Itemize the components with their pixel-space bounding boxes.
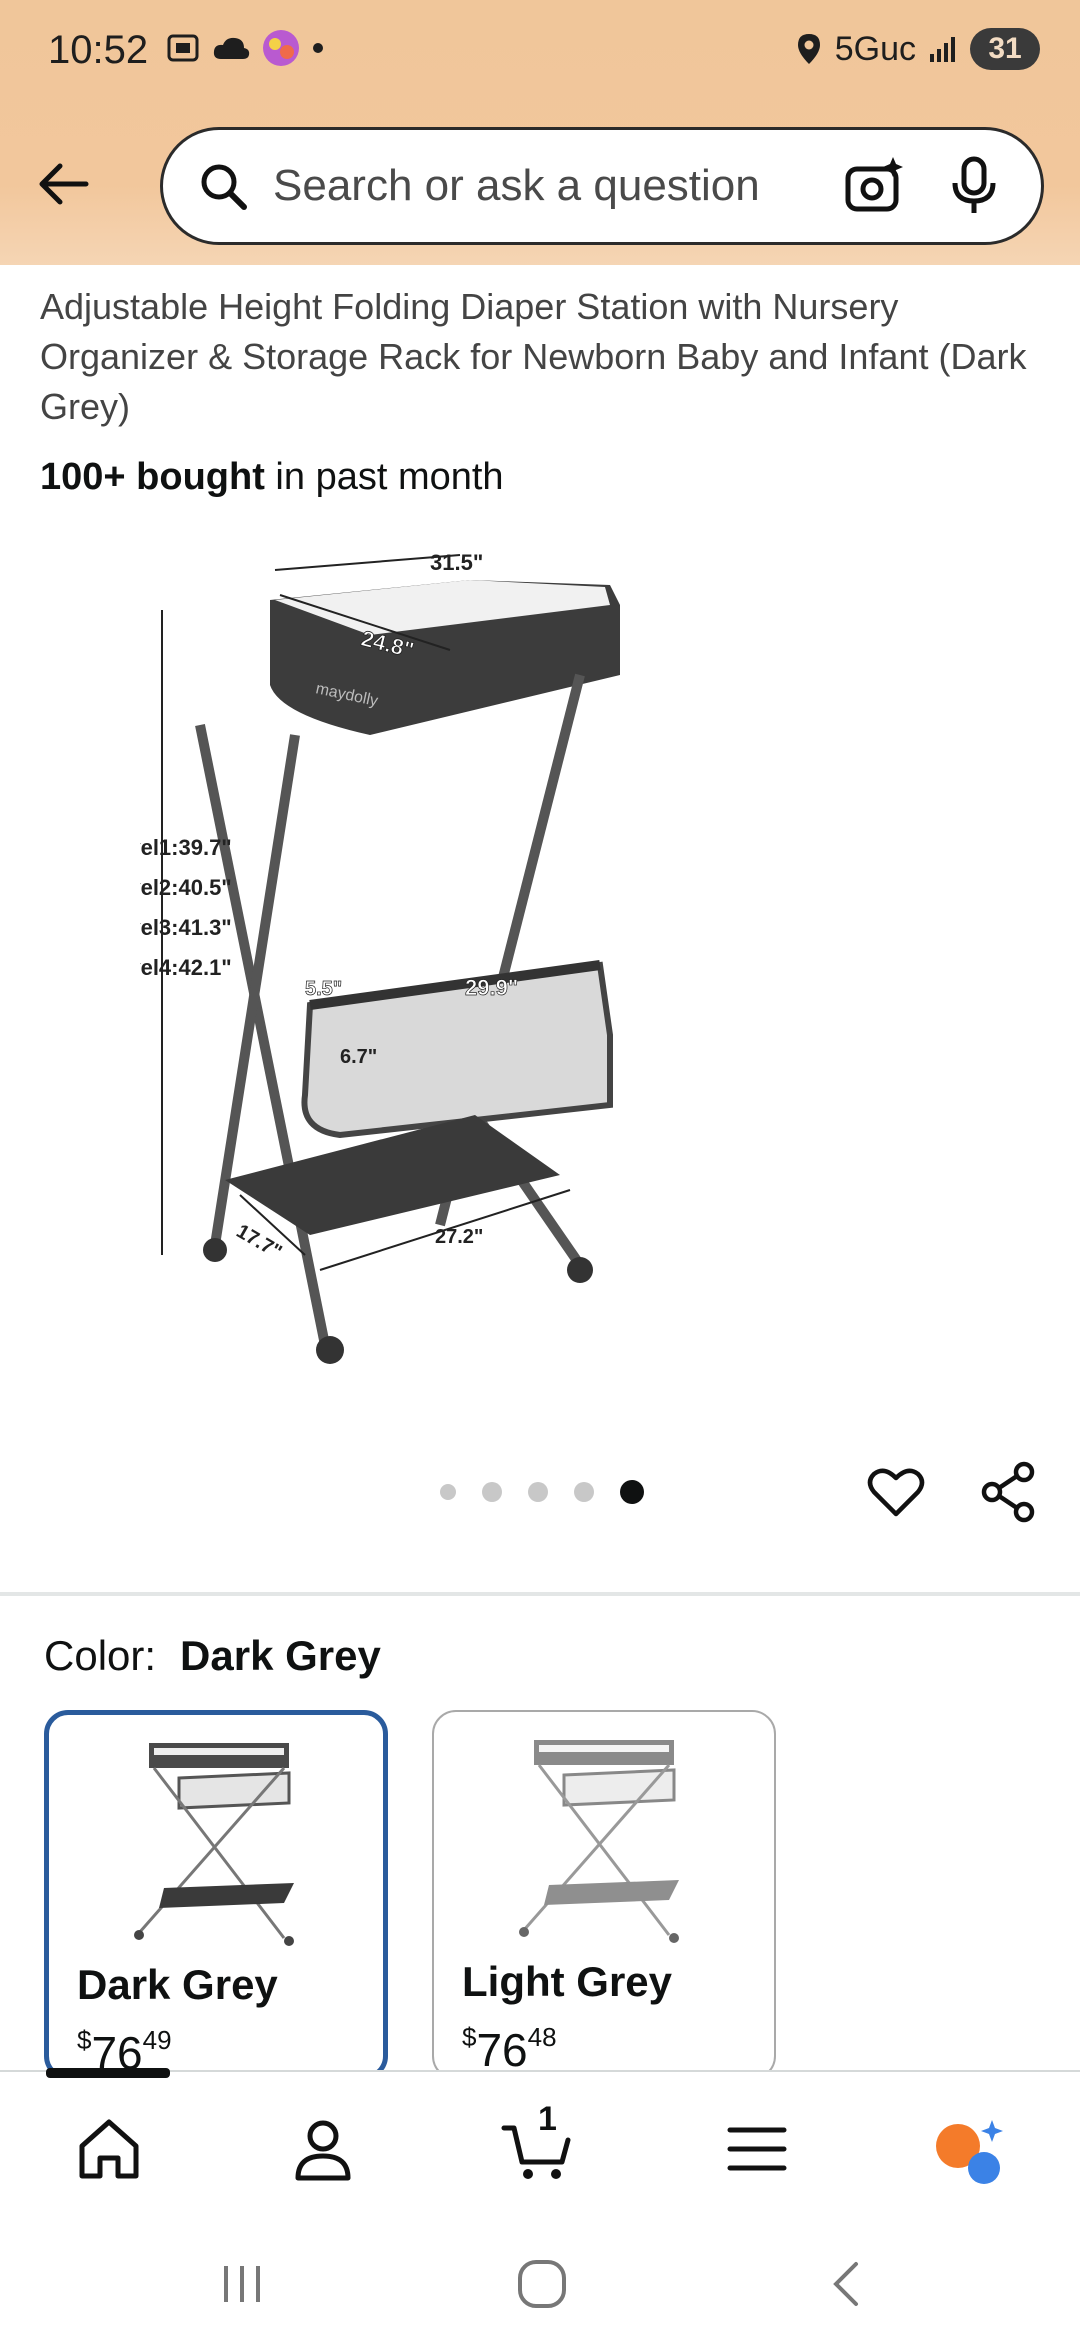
menu-icon[interactable]	[720, 2112, 794, 2186]
image-dot[interactable]	[440, 1484, 456, 1500]
dim-width-top: 31.5"	[430, 550, 483, 575]
price-fraction: 49	[142, 2025, 172, 2055]
dim-shelf-depth: 17.7"	[233, 1220, 286, 1263]
dim-level4: level4:42.1"	[140, 955, 232, 980]
image-dot[interactable]	[528, 1482, 548, 1502]
product-title: Adjustable Height Folding Diaper Station…	[40, 232, 1050, 432]
microphone-icon[interactable]	[949, 155, 999, 217]
home-icon[interactable]	[72, 2112, 146, 2186]
color-label: Color: Dark Grey	[44, 1632, 381, 1680]
dark-grey-thumbnail	[134, 1743, 294, 1946]
home-button-icon[interactable]	[512, 2254, 572, 2314]
status-notification-icons	[165, 28, 325, 68]
color-option-name: Light Grey	[462, 1958, 673, 2005]
signal-icon	[930, 37, 955, 62]
image-pagination	[440, 1480, 644, 1504]
purchase-count-bold: 100+ bought	[40, 456, 265, 498]
color-label-prefix: Color:	[44, 1632, 157, 1679]
share-icon[interactable]	[978, 1460, 1038, 1524]
color-option-name: Dark Grey	[77, 1961, 278, 2008]
back-arrow-icon[interactable]	[32, 152, 96, 216]
top-header: 10:52 5Guc 31 Search or ask a question	[0, 0, 1080, 265]
color-selected-value: Dark Grey	[180, 1632, 381, 1679]
search-icon	[201, 164, 247, 210]
dim-basket-height: 6.7"	[340, 1046, 377, 1068]
image-dot-active[interactable]	[620, 1480, 644, 1504]
status-bar: 10:52 5Guc 31	[0, 0, 1080, 110]
rufus-assistant-icon[interactable]	[932, 2112, 1006, 2186]
section-divider	[0, 1592, 1080, 1596]
dim-basket-depth: 5.5"	[305, 978, 342, 1000]
product-title-text: Adjustable Height Folding Diaper Station…	[40, 286, 1027, 427]
dim-level1: level1:39.7"	[140, 835, 232, 860]
search-input[interactable]: Search or ask a question	[273, 161, 843, 211]
dim-level2: level2:40.5"	[140, 875, 232, 900]
status-time: 10:52	[48, 28, 149, 72]
cart-count-badge: 1	[538, 2100, 557, 2138]
dim-level3: level3:41.3"	[140, 915, 232, 940]
profile-icon[interactable]	[286, 2112, 360, 2186]
heart-icon[interactable]	[866, 1462, 926, 1522]
cloud-icon	[213, 37, 250, 59]
location-icon	[797, 34, 820, 64]
image-dot[interactable]	[482, 1482, 502, 1502]
product-image[interactable]: maydolly 31.5" 24.8" 5.5" 29.9" 6.7" 17.…	[140, 535, 940, 1395]
purchase-count-rest: in past month	[264, 456, 504, 498]
image-dot[interactable]	[574, 1482, 594, 1502]
light-grey-thumbnail	[519, 1740, 679, 1943]
price-whole: 76	[476, 2024, 528, 2076]
price-currency: $	[77, 2025, 92, 2055]
color-option-light-grey[interactable]: Light Grey $7648	[432, 1710, 776, 2080]
color-option-dark-grey[interactable]: Dark Grey $7649	[44, 1710, 388, 2080]
screenshot-icon	[167, 34, 199, 62]
camera-search-icon[interactable]	[843, 155, 905, 217]
selected-indicator	[46, 2068, 170, 2078]
color-option-price: $7648	[462, 2022, 557, 2077]
cart-icon[interactable]	[500, 2112, 574, 2186]
purchase-count: 100+ bought in past month	[40, 456, 504, 499]
dim-basket-width: 29.9"	[465, 975, 518, 1000]
price-fraction: 48	[527, 2022, 557, 2052]
price-currency: $	[462, 2022, 477, 2052]
network-label: 5Guc	[834, 29, 916, 68]
battery-indicator: 31	[970, 28, 1040, 70]
status-right: 5Guc 31	[795, 28, 1040, 70]
cash-app-icon	[263, 30, 299, 66]
dot-icon	[313, 43, 323, 53]
search-bar[interactable]: Search or ask a question	[160, 127, 1044, 245]
bottom-navigation: 1	[0, 2070, 1080, 2210]
recent-apps-icon[interactable]	[212, 2254, 272, 2314]
system-back-icon[interactable]	[818, 2254, 878, 2314]
dim-shelf-width: 27.2"	[435, 1226, 483, 1248]
